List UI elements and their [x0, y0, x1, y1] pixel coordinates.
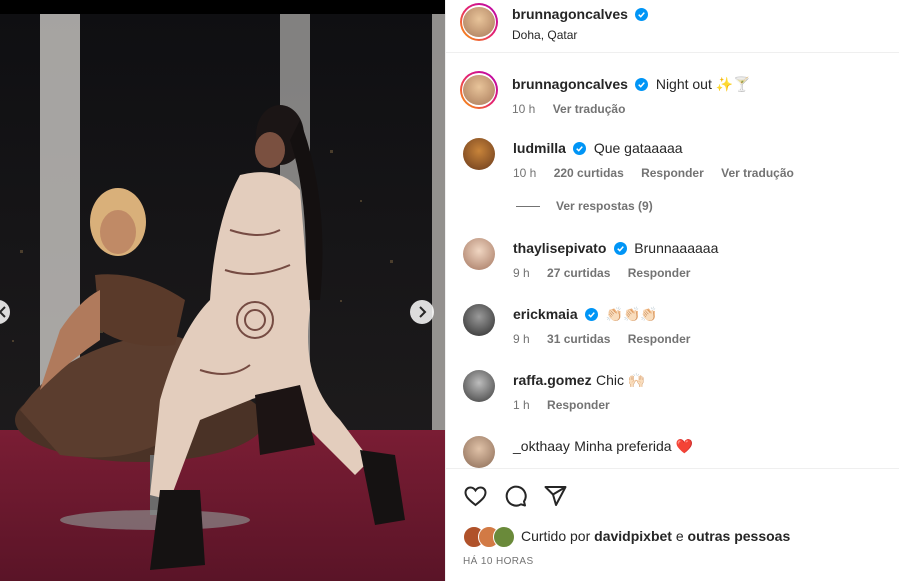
comment-time[interactable]: 1 h	[513, 398, 530, 412]
share-icon	[544, 486, 567, 506]
comment-likes[interactable]: 27 curtidas	[547, 266, 610, 280]
comment-meta: 10 h 220 curtidas Responder Ver tradução	[513, 166, 808, 180]
translate-link[interactable]: Ver tradução	[721, 166, 794, 180]
caption-meta: 10 h Ver tradução	[512, 102, 751, 116]
comment-avatar[interactable]	[463, 436, 495, 468]
comment-likes[interactable]: 31 curtidas	[547, 332, 610, 346]
comment-username[interactable]: erickmaia	[513, 306, 578, 322]
liked-by-others[interactable]: outras pessoas	[688, 528, 791, 544]
liked-by-prefix: Curtido por	[521, 528, 591, 544]
liked-by-user[interactable]: davidpixbet	[594, 528, 672, 544]
actions-divider	[446, 468, 899, 469]
photo-illustration	[0, 14, 445, 581]
post-details-panel: brunnagoncalves Doha, Qatar brunnagoncal…	[445, 0, 899, 581]
comment-avatar[interactable]	[463, 138, 495, 170]
post-modal: brunnagoncalves Doha, Qatar brunnagoncal…	[0, 0, 899, 581]
comment-time[interactable]: 9 h	[513, 332, 530, 346]
replies-line	[516, 205, 540, 207]
comment-text: Que gataaaaa	[593, 140, 683, 156]
comment-text: Minha preferida ❤️	[574, 438, 693, 454]
post-photo[interactable]	[0, 0, 445, 581]
verified-icon	[635, 78, 649, 91]
comment-likes[interactable]: 220 curtidas	[554, 166, 624, 180]
heart-icon	[464, 486, 487, 507]
chevron-left-icon	[0, 306, 6, 318]
comment-item: erickmaia 👏🏻👏🏻👏🏻 9 h 31 curtidas Respond…	[463, 304, 704, 346]
header-divider	[446, 52, 899, 53]
comment-username[interactable]: ludmilla	[513, 140, 566, 156]
caption-translate-link[interactable]: Ver tradução	[553, 102, 626, 116]
liked-by-connector: e	[675, 528, 684, 544]
comment-text: 👏🏻👏🏻👏🏻	[605, 306, 658, 322]
post-location[interactable]: Doha, Qatar	[512, 28, 651, 42]
comment-avatar[interactable]	[463, 370, 495, 402]
comment-item: thaylisepivato Brunnaaaaaa 9 h 27 curtid…	[463, 238, 718, 280]
next-photo-button[interactable]	[410, 300, 434, 324]
comment-text: Brunnaaaaaa	[634, 240, 719, 256]
comment-username[interactable]: raffa.gomez	[513, 372, 592, 388]
comment-item: _okthaay Minha preferida ❤️	[463, 436, 693, 468]
comment-time[interactable]: 9 h	[513, 266, 530, 280]
author-avatar[interactable]	[460, 3, 498, 41]
view-replies-button[interactable]: Ver respostas (9)	[556, 199, 653, 213]
liked-by: Curtido por davidpixbet e outras pessoas	[463, 525, 791, 548]
comment-avatar[interactable]	[463, 304, 495, 336]
view-replies[interactable]: Ver respostas (9)	[516, 199, 653, 213]
comment-meta: 9 h 27 curtidas Responder	[513, 266, 718, 280]
caption-avatar[interactable]	[460, 71, 498, 109]
chevron-right-icon	[419, 306, 427, 318]
reply-button[interactable]: Responder	[547, 398, 610, 412]
comment-username[interactable]: thaylisepivato	[513, 240, 606, 256]
share-button[interactable]	[543, 484, 568, 513]
comment-item: ludmilla Que gataaaaa 10 h 220 curtidas …	[463, 138, 808, 180]
caption: brunnagoncalves Night out ✨🍸 10 h Ver tr…	[460, 71, 751, 116]
reply-button[interactable]: Responder	[628, 332, 691, 346]
author-username[interactable]: brunnagoncalves	[512, 6, 628, 22]
reply-button[interactable]: Responder	[628, 266, 691, 280]
verified-icon	[635, 8, 649, 21]
comment-avatar[interactable]	[463, 238, 495, 270]
comment-meta: 9 h 31 curtidas Responder	[513, 332, 704, 346]
verified-icon	[585, 308, 599, 321]
comment-button[interactable]	[503, 484, 528, 513]
liker-avatar	[493, 526, 515, 548]
caption-time[interactable]: 10 h	[512, 102, 535, 116]
caption-text: Night out ✨🍸	[655, 76, 751, 92]
post-header: brunnagoncalves Doha, Qatar	[460, 3, 651, 42]
comment-username[interactable]: _okthaay	[513, 438, 570, 454]
liked-by-avatars[interactable]	[463, 525, 519, 548]
comment-item: raffa.gomez Chic 🙌🏻 1 h Responder	[463, 370, 645, 412]
verified-icon	[573, 142, 587, 155]
like-button[interactable]	[463, 484, 488, 513]
comment-meta: 1 h Responder	[513, 398, 645, 412]
comment-icon	[505, 485, 527, 507]
caption-username[interactable]: brunnagoncalves	[512, 76, 628, 92]
post-timestamp[interactable]: HÁ 10 HORAS	[463, 556, 534, 567]
verified-icon	[613, 242, 627, 255]
comment-text: Chic 🙌🏻	[596, 372, 646, 388]
comment-time[interactable]: 10 h	[513, 166, 536, 180]
reply-button[interactable]: Responder	[641, 166, 704, 180]
